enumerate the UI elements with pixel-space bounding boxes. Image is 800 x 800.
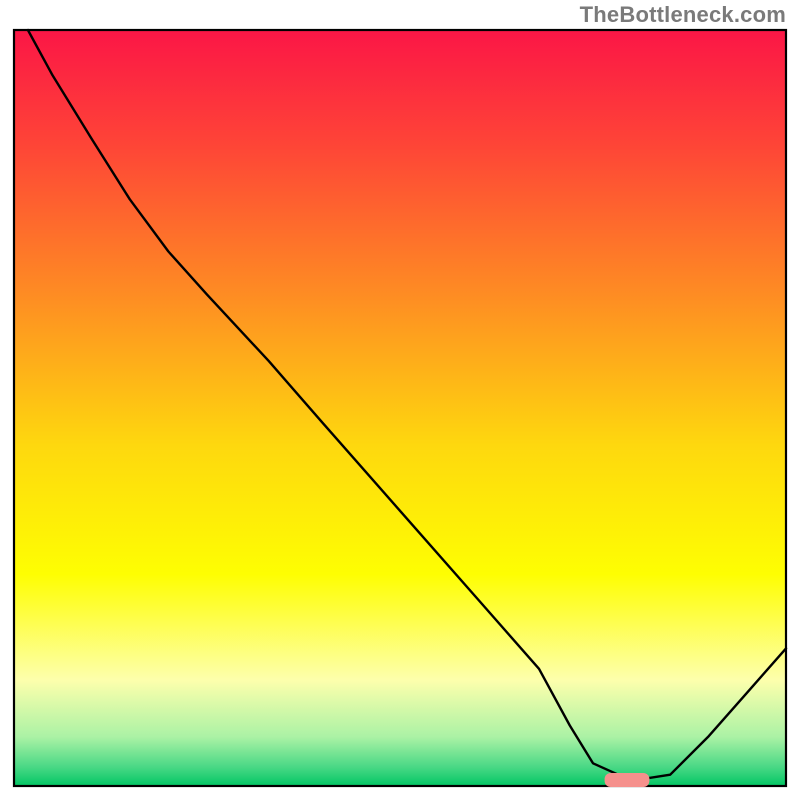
- bottleneck-plot: [0, 0, 800, 800]
- plot-background: [14, 30, 786, 786]
- watermark-text: TheBottleneck.com: [580, 2, 786, 28]
- optimum-marker: [605, 773, 650, 787]
- chart-stage: TheBottleneck.com: [0, 0, 800, 800]
